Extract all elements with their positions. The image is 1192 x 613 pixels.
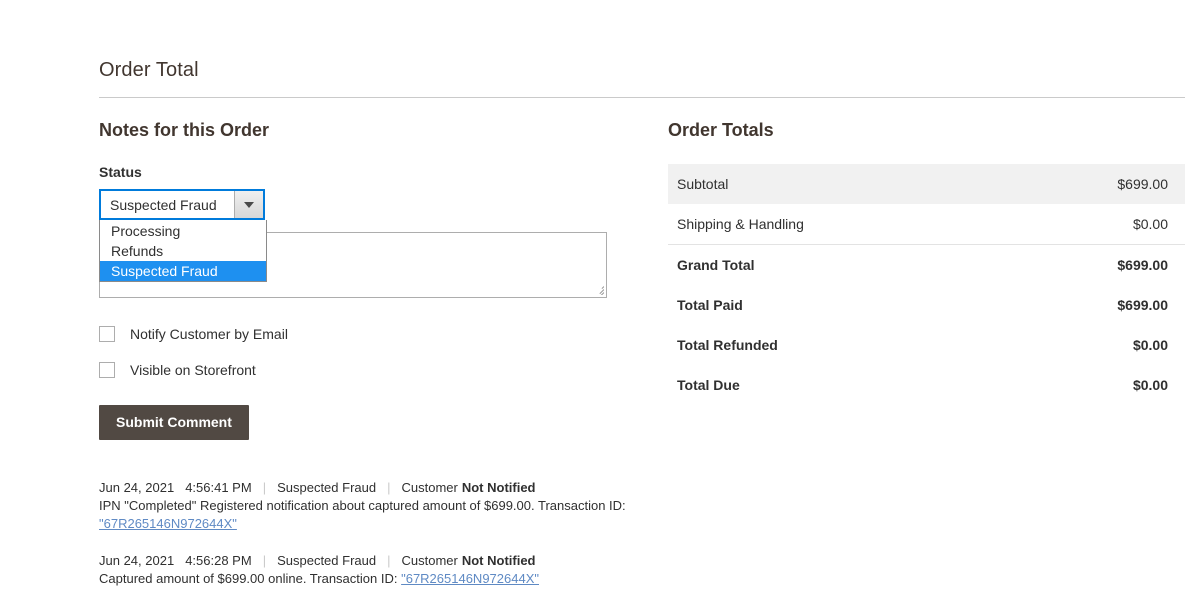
visible-storefront-label: Visible on Storefront: [130, 362, 256, 378]
comment-meta: Jun 24, 2021 4:56:41 PM | Suspected Fraud | C…: [99, 479, 659, 497]
comment-body-text: IPN "Completed" Registered notification …: [99, 498, 626, 513]
order-totals-column: Order Totals Subtotal $699.00 Shipping & H…: [668, 119, 1185, 405]
order-total-value: $0.00: [1132, 377, 1168, 393]
order-total-label: Shipping & Handling: [677, 216, 804, 232]
comment-notified-status: Not Notified: [461, 480, 536, 495]
order-totals-table: Subtotal $699.00 Shipping & Handling $0.00 G…: [668, 164, 1185, 405]
comment-history: Jun 24, 2021 4:56:41 PM | Suspected Fraud | C…: [99, 479, 659, 588]
comment-notified-status: Not Notified: [461, 553, 536, 568]
status-label: Status: [99, 164, 142, 180]
order-total-label: Total Refunded: [677, 337, 778, 353]
comment-date: Jun 24, 2021: [99, 553, 175, 568]
order-total-label: Subtotal: [677, 176, 729, 192]
order-total-row: Shipping & Handling $0.00: [668, 204, 1185, 244]
order-total-label: Total Due: [677, 377, 740, 393]
notify-customer-row[interactable]: Notify Customer by Email: [99, 326, 668, 342]
page-title-divider: [99, 97, 1185, 98]
order-total-value: $699.00: [1117, 176, 1168, 192]
status-select-value: Suspected Fraud: [101, 191, 234, 218]
comment-body-text: Captured amount of $699.00 online. Trans…: [99, 571, 402, 586]
order-total-row: Total Refunded $0.00: [668, 325, 1185, 365]
chevron-down-icon: [244, 201, 254, 208]
meta-divider: |: [262, 480, 267, 495]
order-total-value: $0.00: [1132, 216, 1168, 232]
order-total-label: Total Paid: [677, 297, 743, 313]
status-option[interactable]: Refunds: [100, 241, 266, 261]
visible-storefront-row[interactable]: Visible on Storefront: [99, 362, 668, 378]
transaction-id-link[interactable]: "67R265146N972644X": [99, 516, 237, 531]
status-option-list[interactable]: Processing Refunds Suspected Fraud: [99, 220, 267, 282]
meta-divider: |: [262, 553, 267, 568]
order-total-row: Total Paid $699.00: [668, 285, 1185, 325]
content-columns: Notes for this Order Status Suspected Fr…: [99, 119, 1185, 607]
notify-customer-label: Notify Customer by Email: [130, 326, 288, 342]
resize-handle-icon[interactable]: [594, 285, 604, 295]
comment-body: Captured amount of $699.00 online. Trans…: [99, 570, 659, 588]
order-total-row: Subtotal $699.00: [668, 164, 1185, 204]
order-total-value: $699.00: [1117, 257, 1168, 273]
order-total-value: $699.00: [1117, 297, 1168, 313]
order-total-value: $0.00: [1132, 337, 1168, 353]
comment-time: 4:56:41 PM: [185, 480, 252, 495]
page-title: Order Total: [99, 59, 199, 81]
submit-comment-button[interactable]: Submit Comment: [99, 405, 249, 440]
dropdown-arrow-button[interactable]: [234, 191, 263, 218]
comment-body: IPN "Completed" Registered notification …: [99, 497, 659, 533]
meta-divider: |: [387, 553, 391, 568]
comment-customer-label: Customer: [401, 553, 458, 568]
status-option[interactable]: Suspected Fraud: [100, 261, 266, 281]
order-total-page: Order Total Notes for this Order Status …: [99, 0, 1185, 607]
notes-section-title: Notes for this Order: [99, 120, 270, 140]
comment-history-item: Jun 24, 2021 4:56:41 PM | Suspected Fraud | C…: [99, 479, 659, 533]
order-total-label: Grand Total: [677, 257, 755, 273]
comment-date: Jun 24, 2021: [99, 480, 175, 495]
comment-status: Suspected Fraud: [277, 480, 377, 495]
transaction-id-link[interactable]: "67R265146N972644X": [401, 571, 539, 586]
order-total-row: Grand Total $699.00: [668, 244, 1185, 285]
notes-column: Notes for this Order Status Suspected Fr…: [99, 119, 668, 607]
order-total-row: Total Due $0.00: [668, 365, 1185, 405]
comment-customer-label: Customer: [401, 480, 458, 495]
comment-status: Suspected Fraud: [277, 553, 377, 568]
order-totals-section-title: Order Totals: [668, 120, 774, 140]
status-select-wrapper: Suspected Fraud Processing Refunds Suspect…: [99, 189, 267, 282]
comment-time: 4:56:28 PM: [185, 553, 252, 568]
notify-customer-checkbox[interactable]: [99, 326, 115, 342]
status-select[interactable]: Suspected Fraud: [99, 189, 265, 220]
status-option[interactable]: Processing: [100, 221, 266, 241]
comment-history-item: Jun 24, 2021 4:56:28 PM | Suspected Fraud | C…: [99, 552, 659, 588]
comment-meta: Jun 24, 2021 4:56:28 PM | Suspected Fraud | C…: [99, 552, 659, 570]
visible-storefront-checkbox[interactable]: [99, 362, 115, 378]
meta-divider: |: [387, 480, 391, 495]
